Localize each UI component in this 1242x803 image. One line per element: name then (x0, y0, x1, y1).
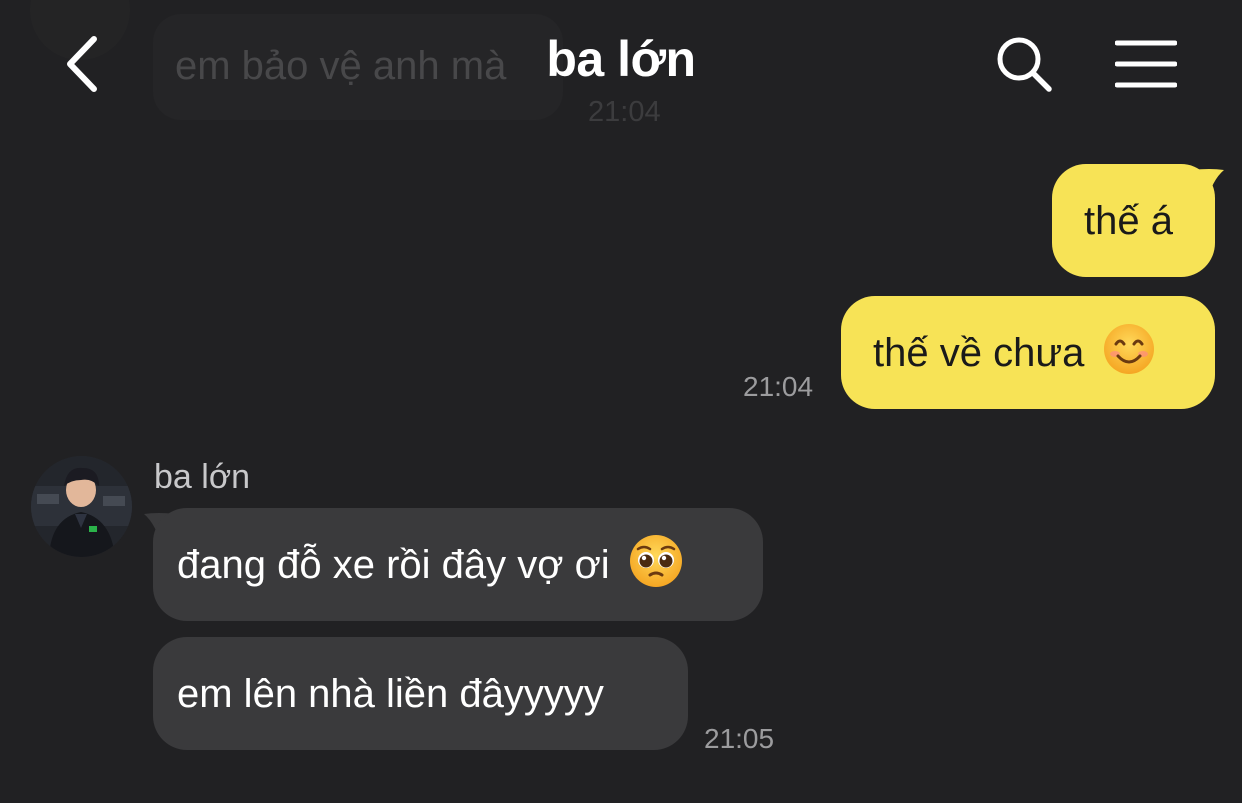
my-message-bubble[interactable]: thế á (1052, 164, 1215, 277)
sender-name: ba lớn (154, 458, 251, 496)
message-timestamp: 21:05 (704, 723, 775, 754)
hamburger-menu-icon (1115, 40, 1177, 88)
message-timestamp: 21:04 (743, 371, 814, 402)
message-text: thế về chưa (873, 330, 1085, 375)
chat-header: ba lớn (0, 0, 1242, 130)
my-message-bubble[interactable]: thế về chưa (841, 296, 1215, 409)
search-icon (997, 37, 1052, 92)
profile-photo-icon (31, 456, 132, 557)
their-message-bubble[interactable]: em lên nhà liền đâyyyyy (153, 637, 688, 750)
search-button[interactable] (992, 34, 1056, 94)
menu-button[interactable] (1112, 36, 1180, 92)
message-text: em lên nhà liền đâyyyyy (177, 671, 604, 716)
smiling-face-icon (1102, 322, 1156, 383)
message-text: thế á (1084, 198, 1173, 243)
avatar[interactable] (31, 456, 132, 557)
message-text: đang đỗ xe rồi đây vợ ơi (177, 542, 610, 587)
pleading-face-icon (628, 533, 684, 596)
their-message-bubble[interactable]: đang đỗ xe rồi đây vợ ơi (153, 508, 763, 621)
